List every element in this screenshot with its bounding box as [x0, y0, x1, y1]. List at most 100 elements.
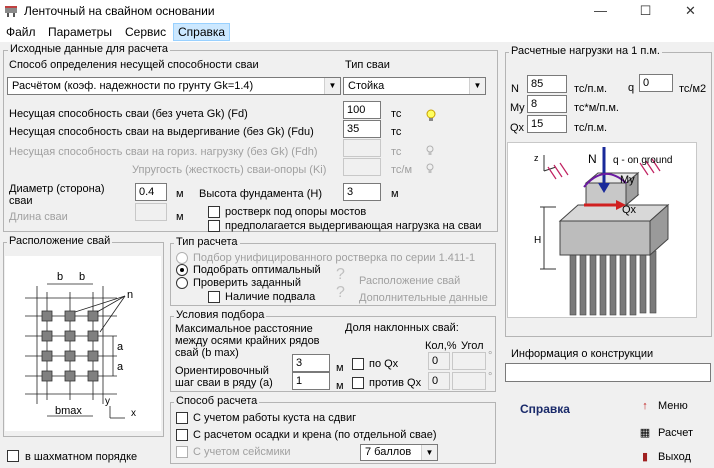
menu-parameters[interactable]: Параметры: [46, 25, 114, 39]
my-input[interactable]: [527, 95, 567, 113]
step-unit: м: [336, 380, 344, 392]
layout-link[interactable]: Расположение свай: [359, 275, 460, 287]
against-qx-label: против Qx: [369, 377, 422, 389]
fdu-input[interactable]: [343, 120, 381, 138]
q-label: q: [628, 82, 635, 94]
help-question-icon[interactable]: ?: [336, 284, 345, 302]
seismic-label: С учетом сейсмики: [193, 446, 291, 458]
svg-text:bmax: bmax: [55, 405, 82, 417]
svg-text:y: y: [105, 396, 110, 407]
close-icon[interactable]: ✕: [668, 0, 713, 22]
max-dist-input[interactable]: [292, 354, 330, 372]
lightbulb-icon[interactable]: [424, 108, 438, 122]
bridge-checkbox[interactable]: [208, 206, 220, 218]
angle-col-label: Угол: [461, 340, 484, 352]
calc-type-legend: Тип расчета: [174, 236, 240, 248]
settlement-label: С расчетом осадки и крена (по отдельной …: [193, 429, 437, 441]
height-label: Высота фундамента (H): [199, 188, 322, 200]
pullout-checkbox[interactable]: [208, 220, 220, 232]
by-qx-checkbox[interactable]: [352, 358, 364, 370]
qx-label: Qx: [510, 122, 525, 134]
h-dim-label: H: [534, 235, 541, 246]
info-label: Информация о конструкции: [511, 348, 654, 360]
calc-type-unified-label: Подбор унифицированного ростверка по сер…: [193, 252, 476, 264]
method-select[interactable]: Расчётом (коэф. надежности по грунту Gk=…: [7, 77, 341, 95]
by-qx-count: [428, 352, 450, 370]
against-qx-angle: [452, 372, 486, 390]
lightbulb-disabled-icon: [426, 145, 434, 155]
by-qx-angle: [452, 352, 486, 370]
minimize-icon[interactable]: —: [578, 0, 623, 22]
settlement-checkbox[interactable]: [176, 429, 188, 441]
app-icon: [5, 6, 17, 17]
diam-input[interactable]: [135, 183, 167, 201]
my-label: My: [510, 102, 525, 114]
menu-bar: Файл Параметры Сервис Справка: [0, 22, 714, 42]
ki-unit: тс/м: [391, 164, 413, 176]
seismic-select[interactable]: 7 баллов ▼: [360, 444, 438, 461]
svg-text:a: a: [117, 341, 124, 353]
fd-input[interactable]: [343, 101, 381, 119]
svg-text:b: b: [57, 271, 63, 283]
method-legend: Способ расчета: [174, 395, 260, 407]
basement-checkbox[interactable]: [208, 291, 220, 303]
menu-service[interactable]: Сервис: [123, 25, 168, 39]
fdu-unit: тс: [391, 126, 402, 138]
against-qx-checkbox[interactable]: [352, 377, 364, 389]
by-qx-label: по Qx: [369, 358, 399, 370]
basement-label: Наличие подвала: [225, 291, 316, 303]
n-input[interactable]: [527, 75, 567, 93]
height-input[interactable]: [343, 183, 381, 201]
extra-data-link[interactable]: Дополнительные данные: [359, 292, 488, 304]
pile-layout-legend: Расположение свай: [7, 235, 113, 247]
maximize-icon[interactable]: ☐: [623, 0, 668, 22]
help-question-icon[interactable]: ?: [336, 266, 345, 284]
svg-text:b: b: [79, 271, 85, 283]
seismic-checkbox[interactable]: [176, 446, 188, 458]
menu-button[interactable]: ↑ Меню: [638, 400, 687, 412]
pile-type-select[interactable]: Стойка ▼: [343, 77, 486, 95]
calc-type-radio-unified[interactable]: [176, 252, 188, 264]
pile-type-label: Тип сваи: [345, 59, 390, 71]
q-input[interactable]: [639, 74, 673, 92]
pile-len-input: [135, 203, 167, 221]
fdu-label: Несущая способность сваи на выдергивание…: [9, 126, 314, 138]
help-button[interactable]: Справка: [520, 402, 570, 416]
svg-text:z: z: [534, 153, 539, 163]
checker-label: в шахматном порядке: [25, 451, 138, 463]
initial-data-legend: Исходные данные для расчета: [8, 43, 170, 55]
pile-len-label: Длина сваи: [9, 211, 68, 223]
up-arrow-icon: ↑: [642, 400, 648, 412]
exit-button[interactable]: ▮ Выход: [638, 450, 691, 463]
loads-legend: Расчетные нагрузки на 1 п.м.: [509, 45, 662, 57]
shear-checkbox[interactable]: [176, 412, 188, 424]
pile-len-unit: м: [176, 211, 184, 223]
step-input[interactable]: [292, 372, 330, 390]
bridge-label: ростверк под опоры мостов: [225, 206, 367, 218]
degree-symbol: °: [488, 371, 493, 383]
method-label: Способ определения несущей способности с…: [9, 59, 259, 71]
menu-file[interactable]: Файл: [4, 25, 38, 39]
q-unit: тс/м2: [679, 83, 707, 95]
pile-layout-diagram: b b a a n bmax y x: [5, 256, 161, 431]
fdh-label: Несущая способность сваи на гориз. нагру…: [9, 146, 318, 158]
svg-text:x: x: [131, 408, 136, 419]
calculate-button[interactable]: ▦ Расчет: [638, 426, 693, 439]
degree-symbol: °: [488, 350, 493, 362]
calc-type-optimal-label: Подобрать оптимальный: [193, 264, 321, 276]
n-unit: тс/п.м.: [574, 83, 608, 95]
checker-checkbox[interactable]: [7, 450, 19, 462]
diam-unit: м: [176, 188, 184, 200]
menu-help[interactable]: Справка: [173, 23, 231, 41]
fdh-input: [343, 139, 381, 157]
exit-door-icon: ▮: [641, 451, 649, 463]
lightbulb-disabled-icon: [426, 163, 434, 173]
info-field[interactable]: [505, 363, 711, 382]
svg-text:My: My: [620, 174, 635, 186]
foundation-image: H z N My Qx q - on ground: [507, 142, 697, 318]
qx-input[interactable]: [527, 115, 567, 133]
calc-type-radio-optimal[interactable]: [176, 264, 188, 276]
calc-type-radio-check[interactable]: [176, 277, 188, 289]
n-label: N: [511, 83, 519, 95]
chevron-down-icon: ▼: [421, 445, 437, 460]
